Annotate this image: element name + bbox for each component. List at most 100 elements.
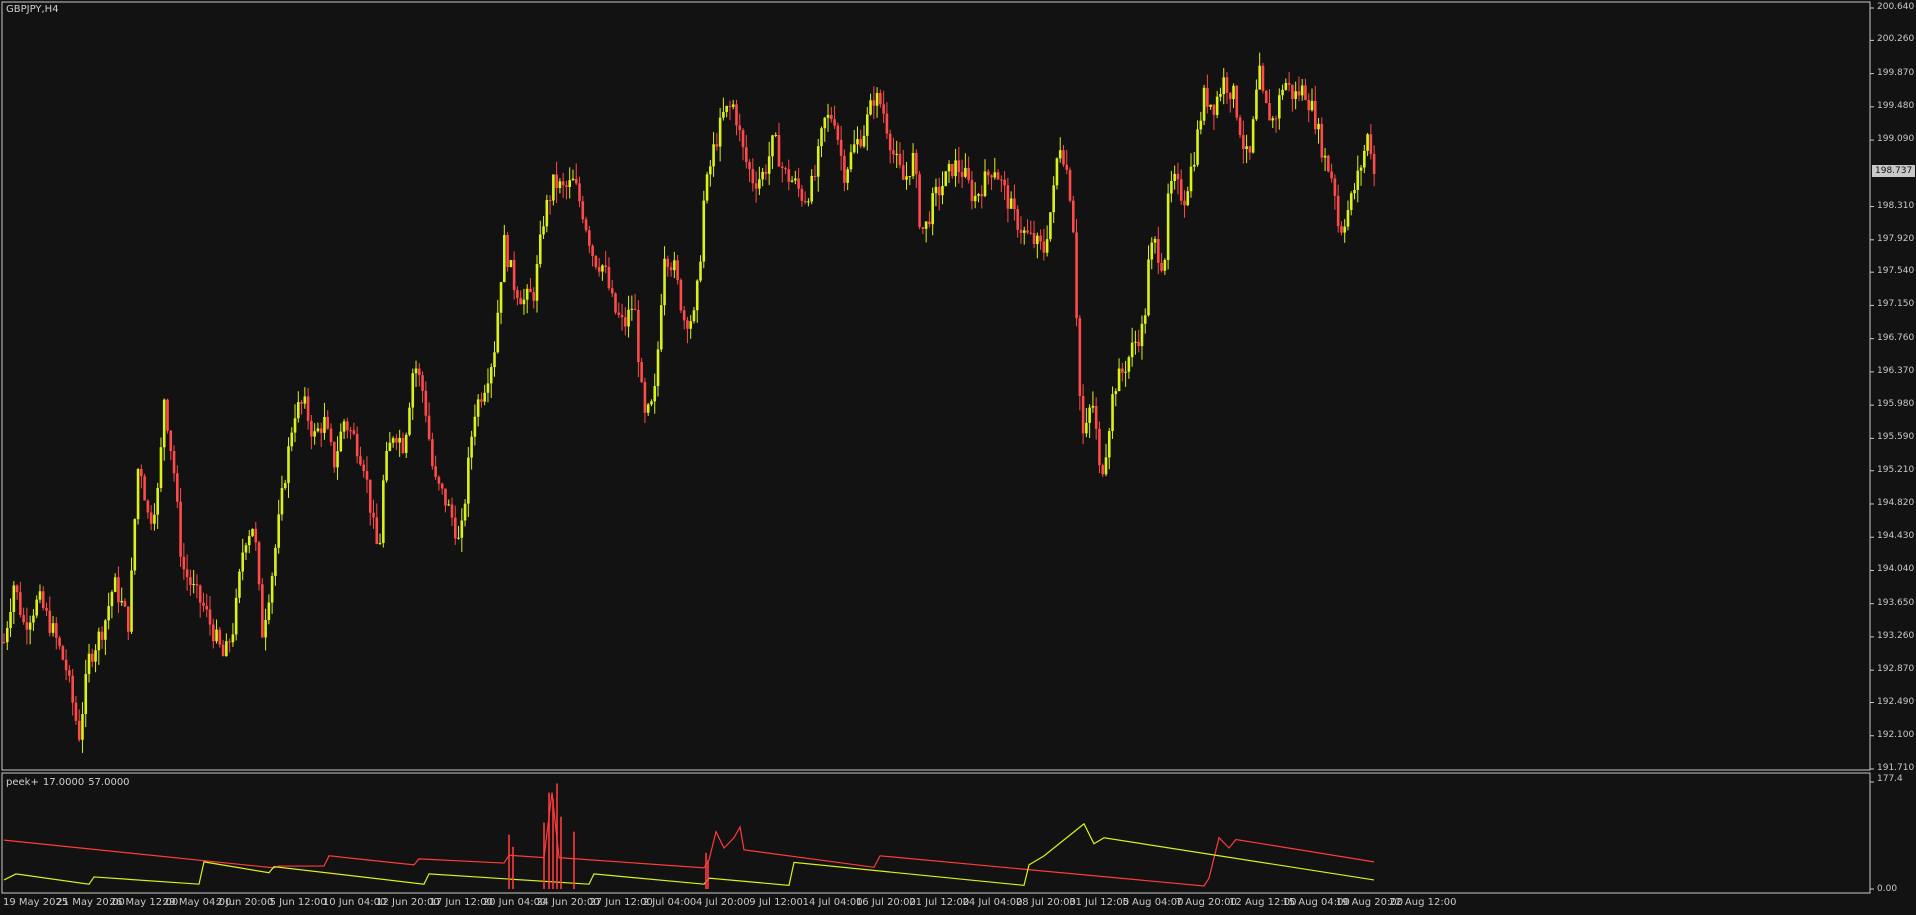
candle: [790, 176, 794, 183]
candle-body: [287, 446, 290, 484]
candle: [669, 262, 673, 277]
candle-body: [584, 219, 588, 231]
candle-body: [797, 178, 800, 189]
candle: [1137, 329, 1140, 353]
candle-body: [332, 442, 336, 468]
candle-body: [888, 133, 892, 151]
candle-body: [97, 631, 101, 651]
candle-body: [1081, 395, 1085, 434]
candle: [735, 99, 738, 136]
candle-body: [9, 611, 12, 628]
candle-body: [483, 392, 486, 402]
candle-body: [709, 166, 712, 175]
candle: [892, 137, 895, 164]
candle-body: [601, 265, 604, 272]
candle: [12, 581, 16, 624]
candle: [738, 113, 742, 142]
candle: [676, 254, 679, 285]
candle: [244, 542, 248, 560]
candle-body: [68, 670, 71, 676]
candle: [1058, 137, 1062, 163]
candle: [924, 221, 928, 243]
candle: [565, 180, 568, 200]
candle-body: [702, 200, 706, 262]
candle-body: [774, 134, 778, 136]
candle: [1179, 169, 1183, 205]
candle: [388, 431, 392, 452]
candle-body: [48, 610, 52, 633]
candle: [846, 167, 849, 191]
candle-body: [100, 631, 104, 640]
candle: [568, 167, 572, 199]
candle: [362, 459, 365, 478]
candle-body: [1287, 82, 1291, 85]
candle-body: [588, 230, 591, 246]
candle: [241, 538, 245, 581]
candle-body: [1242, 135, 1245, 150]
candle: [1052, 176, 1055, 224]
candle-body: [617, 312, 621, 315]
candle-body: [1291, 84, 1294, 99]
candle: [486, 368, 490, 403]
candle: [113, 573, 117, 593]
candle: [467, 446, 470, 517]
candle: [1101, 463, 1105, 478]
candle: [758, 166, 761, 196]
candle-body: [934, 186, 938, 194]
candle-body: [2, 642, 6, 644]
candle-body: [267, 602, 271, 620]
candle-body: [1261, 65, 1265, 91]
candle-body: [1085, 422, 1088, 434]
candle: [728, 100, 732, 121]
candle: [55, 616, 58, 650]
candle: [1094, 397, 1098, 440]
candle-body: [875, 93, 879, 106]
candle-body: [535, 264, 539, 301]
candle-body: [1013, 198, 1016, 210]
price-chart[interactable]: [0, 0, 1916, 772]
candle: [581, 195, 585, 224]
candle: [395, 434, 398, 451]
candle: [849, 144, 853, 173]
candle: [715, 133, 719, 151]
candle-body: [385, 450, 388, 481]
candle: [1104, 443, 1108, 477]
candle: [493, 341, 496, 377]
candle-body: [185, 569, 189, 578]
candle-body: [777, 134, 781, 167]
candle-body: [1088, 407, 1091, 423]
candle: [382, 474, 385, 548]
candle: [306, 387, 310, 430]
candle: [1248, 145, 1252, 160]
candle: [519, 290, 522, 305]
candle-body: [941, 185, 944, 196]
candle-body: [643, 382, 647, 413]
price-tick: 197.540: [1877, 266, 1915, 277]
candle: [352, 422, 356, 436]
candle-body: [41, 591, 45, 609]
candle-body: [74, 702, 78, 721]
candle-body: [365, 471, 369, 480]
candle-body: [552, 174, 555, 201]
candle-body: [558, 181, 562, 189]
candle-body: [1323, 155, 1327, 158]
candle-body: [659, 305, 663, 350]
candle-body: [1160, 262, 1163, 271]
price-tick: 192.490: [1877, 696, 1915, 707]
candle: [1300, 78, 1304, 101]
indicator-panel[interactable]: [0, 772, 1916, 894]
candle-body: [516, 290, 519, 298]
candle: [1153, 236, 1157, 254]
time-tick: 24 Jul 04:00: [962, 897, 1023, 908]
candle-body: [630, 308, 634, 310]
candle: [1029, 220, 1033, 236]
indicator-param-2: 57.0000: [88, 777, 130, 788]
candle-body: [179, 501, 182, 557]
candle-body: [1189, 166, 1193, 192]
candle-body: [1173, 173, 1176, 182]
price-tick: 199.090: [1877, 134, 1915, 145]
candle-body: [1130, 342, 1134, 358]
candle: [787, 159, 791, 191]
candle: [1268, 88, 1271, 121]
candle: [267, 594, 271, 625]
